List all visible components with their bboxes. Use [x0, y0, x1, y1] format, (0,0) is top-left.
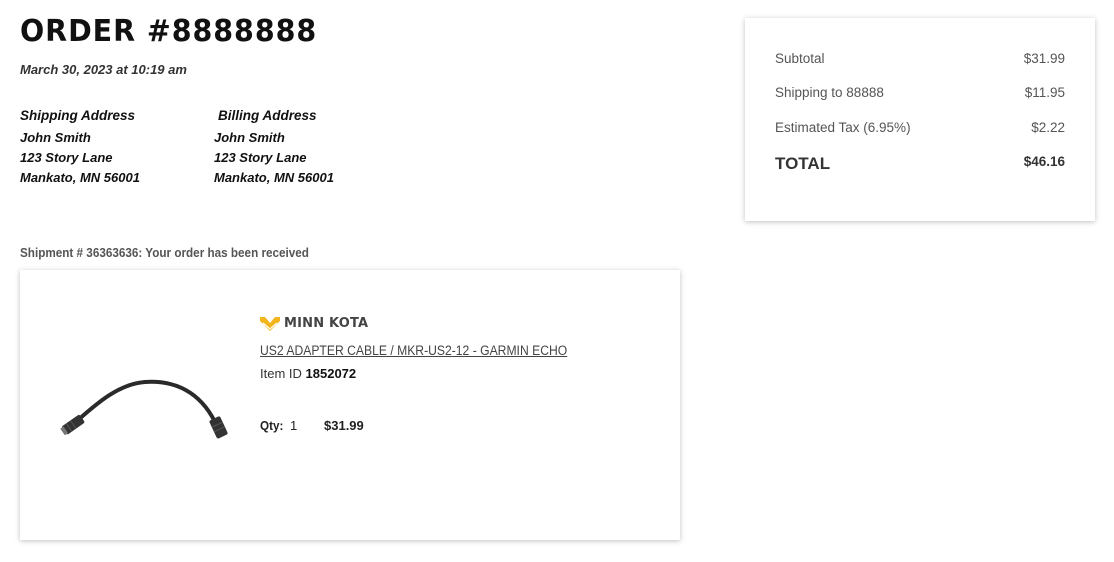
billing-street: 123 Story Lane: [214, 150, 307, 165]
qty-value: 1: [290, 418, 298, 433]
subtotal-value: $31.99: [1023, 51, 1065, 66]
item-price: $31.99: [324, 418, 364, 433]
tax-row: Estimated Tax (6.95%) $2.22: [775, 120, 1065, 135]
cable-product-image[interactable]: [60, 370, 230, 440]
shipping-name: John Smith: [20, 130, 91, 145]
subtotal-row: Subtotal $31.99: [775, 51, 1065, 66]
order-summary: Subtotal $31.99 Shipping to 88888 $11.95…: [745, 18, 1095, 221]
shipping-street: 123 Story Lane: [20, 150, 113, 165]
shipping-value: $11.95: [1024, 85, 1065, 100]
total-row: TOTAL $46.16: [775, 154, 1065, 174]
total-value: $46.16: [1023, 154, 1065, 169]
billing-city: Mankato, MN 56001: [214, 170, 334, 185]
billing-address: Billing Address John Smith 123 Story Lan…: [214, 106, 334, 188]
shipment-status: Shipment # 36363636: Your order has been…: [20, 245, 309, 260]
brand-name: MINN KOTA: [284, 316, 369, 331]
subtotal-label: Subtotal: [775, 51, 825, 66]
quantity: Qty: 1: [260, 418, 297, 433]
total-label: TOTAL: [775, 154, 831, 173]
order-date: March 30, 2023 at 10:19 am: [20, 62, 187, 77]
qty-label: Qty:: [260, 418, 284, 433]
shipping-city: Mankato, MN 56001: [20, 170, 140, 185]
shipment-card: MINN KOTA US2 ADAPTER CABLE / MKR-US2-12…: [20, 270, 680, 540]
order-title: ORDER #8888888: [20, 14, 318, 49]
brand-logo: MINN KOTA: [260, 316, 368, 331]
billing-address-heading: Billing Address: [218, 108, 317, 123]
item-id-label: Item ID: [260, 366, 302, 381]
product-name-link[interactable]: US2 ADAPTER CABLE / MKR-US2-12 - GARMIN …: [260, 343, 567, 358]
shipping-label: Shipping to 88888: [775, 85, 884, 100]
shipping-address-heading: Shipping Address: [20, 108, 136, 123]
tax-label: Estimated Tax (6.95%): [775, 120, 911, 135]
item-id-value: 1852072: [305, 366, 357, 381]
shipping-row: Shipping to 88888 $11.95: [775, 85, 1065, 100]
item-id: Item ID 1852072: [260, 366, 356, 381]
billing-name: John Smith: [214, 130, 285, 145]
shipping-address: Shipping Address John Smith 123 Story La…: [20, 106, 140, 188]
minn-kota-logo-icon: [260, 316, 280, 331]
tax-value: $2.22: [1031, 120, 1065, 135]
